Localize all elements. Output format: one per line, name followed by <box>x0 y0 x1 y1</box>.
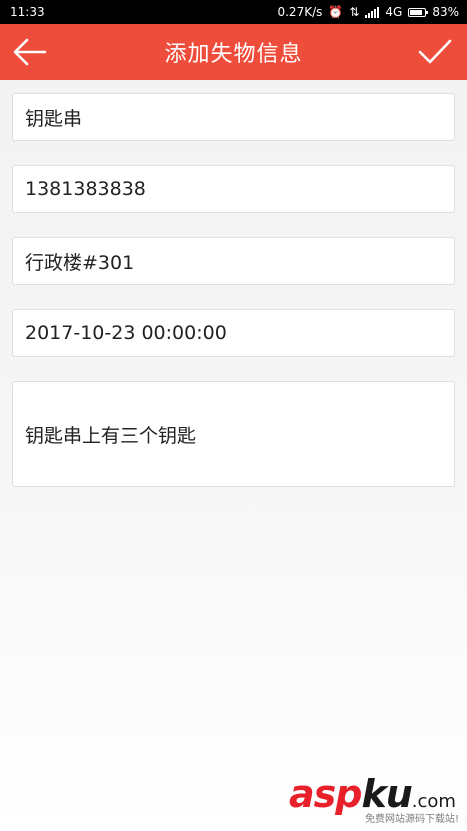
status-time: 11:33 <box>10 5 45 19</box>
arrow-left-icon <box>13 38 47 66</box>
location-field[interactable]: 行政楼#301 <box>12 237 455 285</box>
network-type: 4G <box>385 5 403 19</box>
alarm-clock-icon: ⏰ <box>328 5 344 19</box>
data-transfer-icon: ⇅ <box>349 5 360 19</box>
checkmark-icon <box>418 39 452 64</box>
watermark-tagline: 免费网站源码下载站! <box>364 814 459 825</box>
description-field[interactable]: 钥匙串上有三个钥匙 <box>12 381 455 487</box>
page-title: 添加失物信息 <box>164 42 303 67</box>
lost-item-form: 钥匙串 1381383838 行政楼#301 2017-10-23 00:00:… <box>12 93 455 511</box>
cell-signal-icon <box>365 6 380 18</box>
watermark-brand-main: asp <box>289 772 362 816</box>
back-button[interactable] <box>10 32 50 72</box>
phone-field[interactable]: 1381383838 <box>12 165 455 213</box>
battery-fill <box>410 9 422 15</box>
watermark-logo: aspku.com 免费网站源码下载站! <box>289 775 459 825</box>
status-indicators: 0.27K/s ⏰ ⇅ 4G 83% <box>277 5 459 19</box>
app-bar: 添加失物信息 <box>0 24 467 80</box>
battery-percent: 83% <box>432 5 459 19</box>
watermark-brand-suffix: .com <box>411 791 456 812</box>
status-bar: 11:33 0.27K/s ⏰ ⇅ 4G 83% <box>0 0 467 24</box>
network-speed: 0.27K/s <box>277 5 323 19</box>
battery-icon <box>408 7 429 17</box>
datetime-field[interactable]: 2017-10-23 00:00:00 <box>12 309 455 357</box>
item-name-field[interactable]: 钥匙串 <box>12 93 455 141</box>
confirm-button[interactable] <box>415 32 455 72</box>
